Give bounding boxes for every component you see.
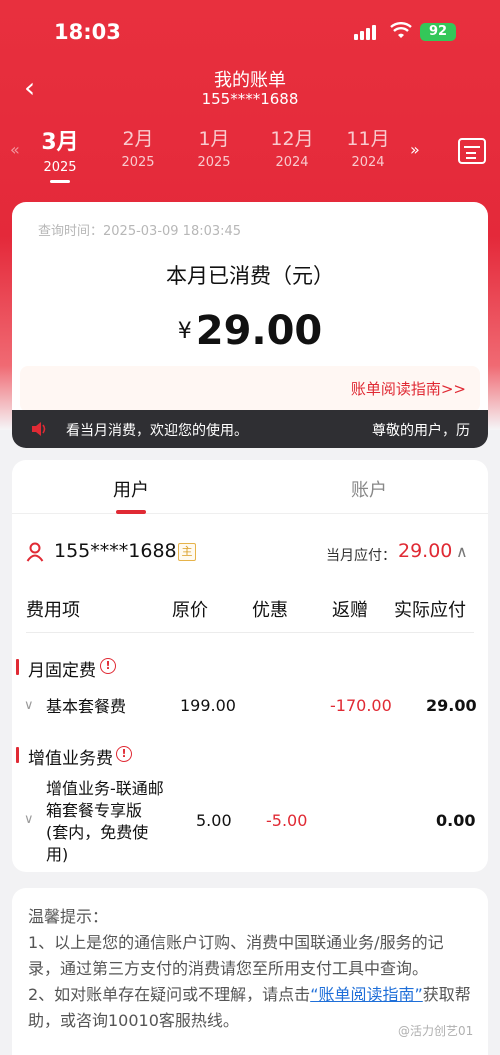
guide-row: 账单阅读指南>>	[20, 366, 480, 412]
calendar-icon[interactable]	[458, 138, 486, 164]
month-year: 2025	[121, 155, 155, 170]
month-label: 11月	[346, 128, 390, 150]
bill-detail-card: 用户 账户 155****1688 主 当月应付： 29.00 ∧ 费用项 原价…	[12, 460, 488, 872]
header-phone: 155****1688	[201, 90, 299, 108]
col-refund: 返赠	[332, 600, 368, 621]
notice-text-scroll: 尊敬的用户，历	[372, 423, 470, 439]
month-year: 2025	[43, 160, 77, 175]
month-label: 1月	[198, 128, 230, 150]
tab-user[interactable]: 用户	[12, 476, 250, 502]
fee-name: 基本套餐费	[46, 697, 127, 716]
info-icon[interactable]: !	[116, 746, 132, 762]
month-year: 2024	[351, 155, 385, 170]
month-year: 2025	[197, 155, 231, 170]
section-title: 增值业务费	[28, 749, 113, 769]
table-header: 费用项 原价 优惠 返赠 实际应付	[12, 596, 488, 632]
notice-bar: 看当月消费，欢迎您的使用。 尊敬的用户，历	[12, 410, 488, 448]
chevron-up-icon[interactable]: ∧	[456, 542, 468, 561]
month-tab-2024-11[interactable]: 11月 2024	[338, 124, 398, 170]
currency-symbol: ¥	[177, 319, 192, 344]
info-icon[interactable]: !	[100, 658, 116, 674]
user-row[interactable]: 155****1688 主 当月应付： 29.00 ∧	[12, 538, 488, 568]
status-time: 18:03	[54, 20, 121, 44]
month-label: 12月	[270, 128, 314, 150]
battery-indicator: 92	[420, 23, 456, 41]
col-item: 费用项	[26, 600, 80, 621]
scroll-right-icon[interactable]: »	[410, 140, 420, 159]
notice-text: 看当月消费，欢迎您的使用。	[66, 423, 248, 439]
tips-title: 温馨提示：	[28, 907, 109, 926]
speaker-icon	[32, 422, 46, 436]
page-title: 我的账单	[214, 70, 286, 91]
month-tab-2025-01[interactable]: 1月 2025	[184, 124, 244, 170]
col-actual: 实际应付	[394, 600, 466, 621]
month-label: 3月	[41, 130, 79, 155]
fee-discount: -5.00	[266, 811, 308, 830]
month-tab-2024-12[interactable]: 12月 2024	[262, 124, 322, 170]
col-original: 原价	[172, 600, 208, 621]
tab-indicator	[116, 510, 146, 514]
user-number: 155****1688	[54, 540, 177, 562]
scroll-left-icon[interactable]: «	[10, 140, 20, 159]
fee-actual: 29.00	[426, 696, 477, 715]
month-year: 2024	[275, 155, 309, 170]
tips-line-2-pre: 2、如对账单存在疑问或不理解，请点击	[28, 985, 311, 1004]
spent-amount: ¥29.00	[12, 308, 488, 354]
month-tab-2025-03[interactable]: 3月 2025	[30, 124, 90, 183]
amount-value: 29.00	[195, 308, 323, 354]
primary-badge: 主	[178, 543, 196, 561]
fee-original: 5.00	[196, 811, 232, 830]
tab-bar: 用户 账户	[12, 460, 488, 514]
bill-guide-inline-link[interactable]: “账单阅读指南”	[310, 985, 423, 1004]
month-selector: « 3月 2025 2月 2025 1月 2025 12月 2024 11月 2…	[0, 124, 500, 184]
section-marker	[16, 659, 19, 675]
due-value: 29.00	[398, 540, 453, 562]
top-nav: ‹ 我的账单 155****1688	[0, 64, 500, 114]
expand-chevron-icon[interactable]: ∨	[24, 698, 34, 713]
section-title: 月固定费	[28, 661, 96, 681]
divider	[26, 632, 474, 633]
tips-line-1: 1、以上是您的通信账户订购、消费中国联通业务/服务的记录，通过第三方支付的消费请…	[28, 933, 444, 978]
signal-icon	[354, 24, 376, 40]
fee-name: 增值业务-联通邮箱套餐专享版(套内，免费使用)	[46, 779, 164, 864]
bill-guide-link[interactable]: 账单阅读指南>>	[351, 378, 466, 399]
fee-original: 199.00	[180, 696, 236, 715]
spent-label: 本月已消费（元）	[166, 264, 334, 288]
fee-refund: -170.00	[330, 696, 392, 715]
tab-account[interactable]: 账户	[250, 476, 488, 502]
fee-actual: 0.00	[436, 811, 476, 830]
col-discount: 优惠	[252, 600, 288, 621]
watermark: @活力创艺01	[398, 1024, 474, 1038]
wifi-icon	[390, 22, 412, 38]
query-time: 查询时间：2025-03-09 18:03:45	[38, 224, 242, 239]
month-label: 2月	[122, 128, 154, 150]
due-label: 当月应付：	[326, 548, 396, 564]
expand-chevron-icon[interactable]: ∨	[24, 812, 34, 827]
status-bar: 18:03 92	[0, 18, 500, 50]
month-tab-2025-02[interactable]: 2月 2025	[108, 124, 168, 170]
section-marker	[16, 747, 19, 763]
user-icon	[26, 542, 44, 562]
